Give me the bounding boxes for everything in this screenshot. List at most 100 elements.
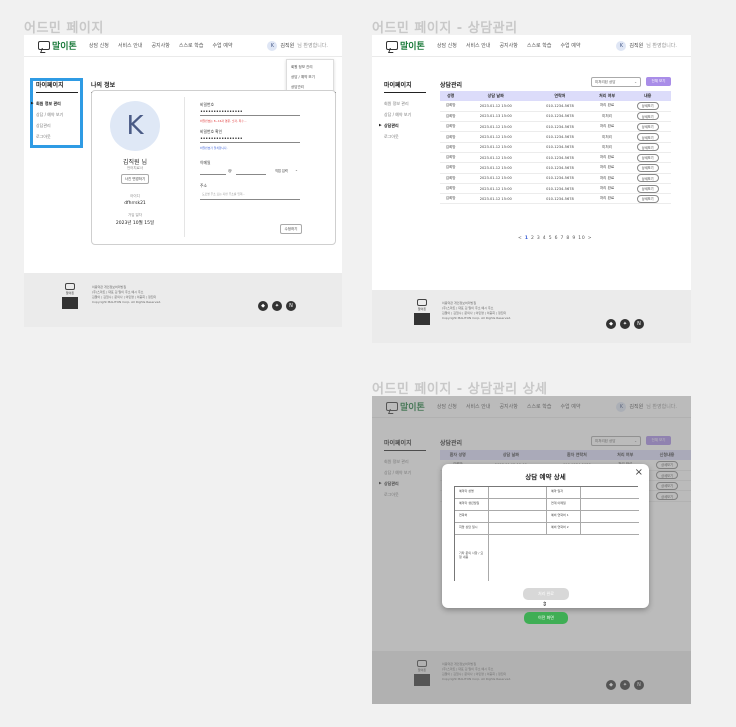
label-name: 예약자 성명: [455, 487, 489, 499]
status-filter-select[interactable]: 미처리된 상담⌄: [591, 77, 641, 87]
page-link[interactable]: 5: [549, 236, 553, 241]
cell-name: 김희망: [440, 152, 462, 164]
detail-button[interactable]: 상세보기: [636, 184, 659, 193]
menu-notice[interactable]: 공지사항: [499, 42, 517, 49]
user-menu[interactable]: K 김직원 님 환영합니다.: [616, 40, 677, 51]
save-button[interactable]: 수정하기: [280, 224, 302, 234]
detail-button[interactable]: 상세보기: [636, 153, 659, 162]
detail-button[interactable]: 상세보기: [636, 194, 659, 203]
cell-action: 상세보기: [624, 183, 671, 195]
email-id-field[interactable]: [200, 174, 226, 175]
page-link[interactable]: 9: [572, 236, 576, 241]
page-link[interactable]: 4: [543, 236, 547, 241]
github-icon[interactable]: ◆: [606, 319, 616, 329]
page-link[interactable]: 1: [525, 236, 529, 241]
value-booking-date: [581, 487, 639, 499]
brand-logo[interactable]: 말이톤: [386, 39, 425, 52]
notion-icon[interactable]: N: [634, 319, 644, 329]
detail-button[interactable]: 상세보기: [636, 112, 659, 121]
view-all-button[interactable]: 전체 보기: [646, 77, 671, 86]
sidebar-item-logout[interactable]: 로그아웃: [384, 131, 426, 142]
sidebar-item-member[interactable]: 회원 정보 관리: [31, 98, 78, 109]
figma-icon[interactable]: ✦: [272, 301, 282, 311]
dropdown-item-member[interactable]: 회원 정보 관리: [291, 62, 329, 72]
cell-name: 김희망: [440, 121, 462, 133]
status-badge: 미처리: [589, 142, 625, 153]
page-link[interactable]: 2: [531, 236, 535, 241]
footer: 말이톤 이용약관 개인정보처리방침 (주)스마트 | 대표 김 말이 주소 예시…: [372, 290, 691, 343]
value-alt-phone-1: [581, 511, 639, 523]
cell-date: 2023.01.12 15:00: [461, 162, 531, 174]
email-domain-field[interactable]: [236, 174, 266, 175]
detail-button[interactable]: 상세보기: [636, 143, 659, 152]
social-links: ◆ ✦ N: [258, 301, 296, 311]
consult-detail-modal: 상담 예약 상세 × 예약자 성명 예약 일자 예약자 생년월일 연계 이메일 …: [442, 464, 649, 608]
menu-class-booking[interactable]: 수업 예약: [212, 42, 232, 49]
user-menu[interactable]: K 김직원 님 환영합니다.: [267, 40, 328, 51]
sidebar-item-consult-manage[interactable]: 상담관리: [379, 120, 426, 131]
column-header: 상담 날짜: [461, 91, 531, 101]
status-badge: 처리 완료: [589, 121, 625, 133]
sidebar-item-member[interactable]: 회원 정보 관리: [384, 98, 426, 109]
sidebar-item-consult-manage[interactable]: 상담관리: [36, 120, 78, 131]
menu-self-study[interactable]: 스스로 학습: [527, 42, 552, 49]
status-badge: 미처리: [589, 111, 625, 123]
notion-icon[interactable]: N: [286, 301, 296, 311]
frame-consult-list: 말이톤 상담 신청 서비스 안내 공지사항 스스로 학습 수업 예약 K 김직원…: [372, 35, 691, 343]
status-badge: 처리 완료: [589, 193, 625, 205]
menu-consult-apply[interactable]: 상담 신청: [89, 42, 109, 49]
drag-handle-icon[interactable]: ⇕: [542, 601, 547, 608]
github-icon[interactable]: ◆: [258, 301, 268, 311]
pager-next[interactable]: >: [588, 236, 593, 241]
process-complete-button[interactable]: 처리 완료: [523, 588, 569, 600]
table-row: 김희망2023.01.13 15:00010-1234-5678미처리 상세보기: [440, 111, 671, 123]
menu-consult-apply[interactable]: 상담 신청: [437, 42, 457, 49]
table-row: 김희망2023.01.12 15:00010-1234-5678처리 완료 상세보…: [440, 121, 671, 133]
table-row: 김희망2023.01.12 15:00010-1234-5678처리 완료 상세보…: [440, 152, 671, 164]
label-phone: 연락처: [455, 511, 489, 523]
address-field[interactable]: [200, 199, 300, 200]
page-link[interactable]: 10: [578, 236, 585, 241]
status-badge: 처리 완료: [589, 173, 625, 184]
page-link[interactable]: 7: [561, 236, 565, 241]
sidebar-item-logout[interactable]: 로그아웃: [36, 131, 78, 142]
figma-icon[interactable]: ✦: [620, 319, 630, 329]
detail-button[interactable]: 상세보기: [636, 122, 659, 131]
section-title-consult-detail: 어드민 페이지 - 상담관리 상세: [372, 382, 548, 397]
value-email: [581, 499, 639, 511]
sidebar-item-consult-view[interactable]: 상담 / 예약 보기: [384, 109, 426, 120]
brand-logo[interactable]: 말이톤: [38, 39, 77, 52]
password-confirm-field[interactable]: ••••••••••••••••: [200, 136, 300, 143]
cell-date: 2023.01.12 15:00: [461, 173, 531, 184]
pager-prev[interactable]: <: [518, 236, 523, 241]
label-memo: 기타 문의 사항 / 요청 내용: [455, 535, 489, 581]
status-badge: 처리 완료: [589, 162, 625, 174]
sidebar-item-consult-view[interactable]: 상담 / 예약 보기: [36, 109, 78, 120]
change-photo-button[interactable]: 사진 변경하기: [121, 174, 149, 184]
chevron-down-icon[interactable]: ⌄: [295, 168, 298, 172]
profile-avatar: K: [110, 101, 160, 151]
page-link[interactable]: 8: [566, 236, 570, 241]
email-domain-select[interactable]: 직접 입력: [275, 168, 288, 173]
cell-name: 김희망: [440, 142, 462, 153]
menu-service-info[interactable]: 서비스 안내: [466, 42, 491, 49]
table-row: 김희망2023.01.12 15:00010-1234-5678처리 완료 상세보…: [440, 173, 671, 184]
menu-service-info[interactable]: 서비스 안내: [118, 42, 143, 49]
detail-button[interactable]: 상세보기: [636, 174, 659, 183]
back-button[interactable]: 이전 화면: [524, 612, 568, 624]
table-row: 김희망2023.01.12 15:00010-1234-5678미처리 상세보기: [440, 142, 671, 153]
menu-self-study[interactable]: 스스로 학습: [179, 42, 204, 49]
page-link[interactable]: 3: [537, 236, 541, 241]
pagination: < 1 2 3 4 5 6 7 8 9 10 >: [518, 236, 592, 241]
password-field[interactable]: ••••••••••••••••: [200, 109, 300, 116]
detail-button[interactable]: 상세보기: [636, 163, 659, 172]
page-link[interactable]: 6: [555, 236, 559, 241]
detail-button[interactable]: 상세보기: [636, 133, 659, 142]
id-value: dfhrrsk21: [124, 201, 146, 206]
menu-notice[interactable]: 공지사항: [151, 42, 169, 49]
avatar: K: [616, 40, 627, 51]
menu-class-booking[interactable]: 수업 예약: [560, 42, 580, 49]
frame-consult-detail: 말이톤 상담 신청 서비스 안내 공지사항 스스로 학습 수업 예약 K 김직원…: [372, 396, 691, 704]
close-icon[interactable]: ×: [635, 467, 643, 478]
detail-button[interactable]: 상세보기: [636, 101, 659, 110]
